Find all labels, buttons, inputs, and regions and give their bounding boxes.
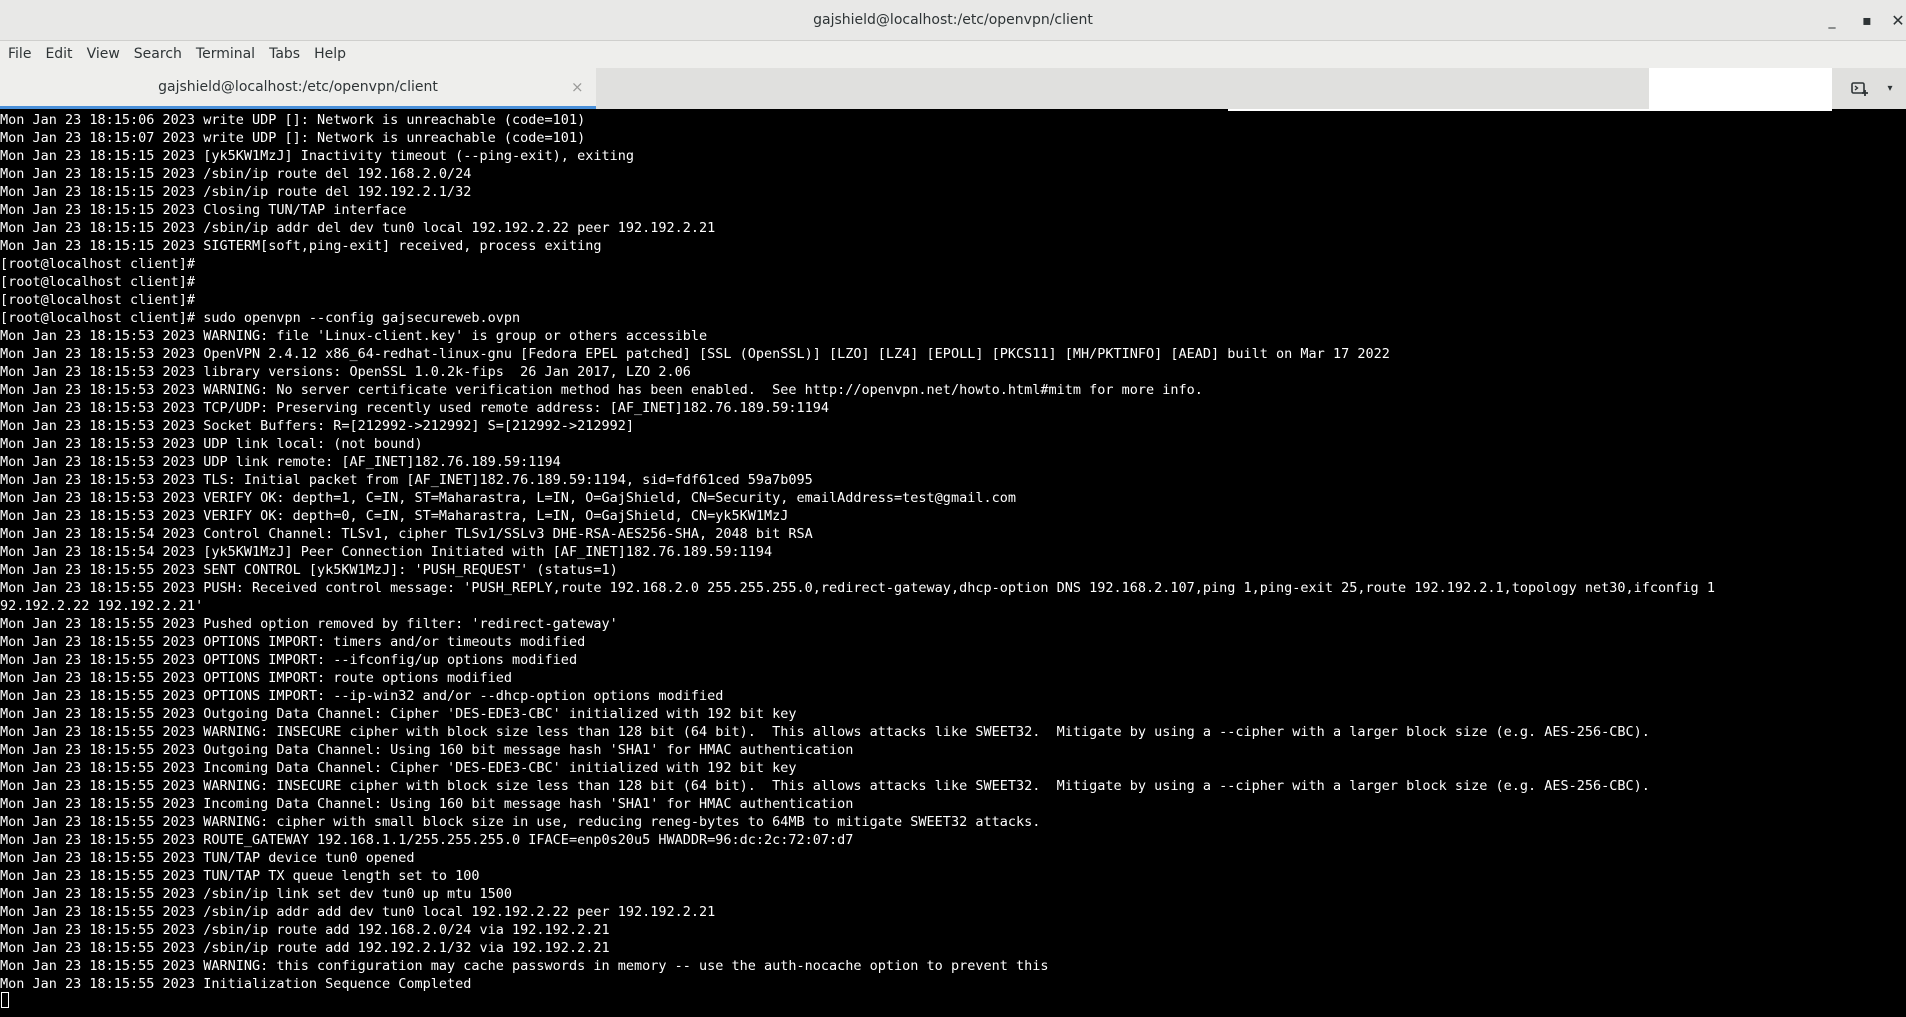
terminal-line: Mon Jan 23 18:15:55 2023 WARNING: this c… bbox=[0, 958, 1049, 974]
terminal-line: Mon Jan 23 18:15:55 2023 /sbin/ip route … bbox=[0, 922, 610, 938]
terminal-line: Mon Jan 23 18:15:15 2023 [yk5KW1MzJ] Ina… bbox=[0, 148, 634, 164]
tab-label: gajshield@localhost:/etc/openvpn/client bbox=[158, 79, 438, 95]
terminal-line: Mon Jan 23 18:15:15 2023 /sbin/ip route … bbox=[0, 166, 472, 182]
menu-edit[interactable]: Edit bbox=[38, 41, 79, 68]
terminal-line: Mon Jan 23 18:15:53 2023 UDP link local:… bbox=[0, 436, 423, 452]
tab-terminal-1[interactable]: gajshield@localhost:/etc/openvpn/client … bbox=[0, 68, 596, 109]
terminal-line: [root@localhost client]# bbox=[0, 292, 196, 308]
terminal-line: 92.192.2.22 192.192.2.21' bbox=[0, 598, 204, 614]
terminal-line: [root@localhost client]# bbox=[0, 274, 196, 290]
terminal-output[interactable]: Mon Jan 23 18:15:06 2023 write UDP []: N… bbox=[0, 111, 1906, 1017]
minimize-button[interactable]: _ bbox=[1818, 0, 1846, 41]
terminal-line: Mon Jan 23 18:15:55 2023 OPTIONS IMPORT:… bbox=[0, 652, 578, 668]
terminal-line: Mon Jan 23 18:15:15 2023 /sbin/ip addr d… bbox=[0, 220, 716, 236]
terminal-line: Mon Jan 23 18:15:53 2023 Socket Buffers:… bbox=[0, 418, 634, 434]
terminal-line: Mon Jan 23 18:15:53 2023 UDP link remote… bbox=[0, 454, 561, 470]
terminal-line: Mon Jan 23 18:15:53 2023 VERIFY OK: dept… bbox=[0, 508, 789, 524]
new-tab-button[interactable] bbox=[1844, 68, 1876, 109]
tab-search-box[interactable] bbox=[1649, 68, 1832, 109]
terminal-line: Mon Jan 23 18:15:55 2023 Initialization … bbox=[0, 976, 472, 992]
tab-close-button[interactable]: × bbox=[571, 68, 584, 106]
terminal-line: Mon Jan 23 18:15:55 2023 Outgoing Data C… bbox=[0, 742, 854, 758]
terminal-line: Mon Jan 23 18:15:06 2023 write UDP []: N… bbox=[0, 112, 586, 128]
close-icon: ✕ bbox=[1891, 11, 1905, 30]
terminal-line: Mon Jan 23 18:15:55 2023 Pushed option r… bbox=[0, 616, 618, 632]
terminal-line: Mon Jan 23 18:15:55 2023 Outgoing Data C… bbox=[0, 706, 797, 722]
chevron-down-icon: ▾ bbox=[1887, 83, 1893, 94]
terminal-line: Mon Jan 23 18:15:55 2023 /sbin/ip link s… bbox=[0, 886, 513, 902]
terminal-line: Mon Jan 23 18:15:55 2023 SENT CONTROL [y… bbox=[0, 562, 618, 578]
window-titlebar[interactable]: gajshield@localhost:/etc/openvpn/client … bbox=[0, 0, 1906, 41]
terminal-line: Mon Jan 23 18:15:55 2023 /sbin/ip addr a… bbox=[0, 904, 716, 920]
window-title: gajshield@localhost:/etc/openvpn/client bbox=[813, 12, 1093, 28]
tab-bar: gajshield@localhost:/etc/openvpn/client … bbox=[0, 68, 1906, 109]
terminal-line: Mon Jan 23 18:15:53 2023 TCP/UDP: Preser… bbox=[0, 400, 830, 416]
terminal-line: Mon Jan 23 18:15:53 2023 WARNING: file '… bbox=[0, 328, 708, 344]
terminal-line: Mon Jan 23 18:15:53 2023 OpenVPN 2.4.12 … bbox=[0, 346, 1390, 362]
terminal-line: Mon Jan 23 18:15:55 2023 Incoming Data C… bbox=[0, 796, 854, 812]
menubar: File Edit View Search Terminal Tabs Help bbox=[0, 41, 1906, 68]
terminal-line: Mon Jan 23 18:15:15 2023 Closing TUN/TAP… bbox=[0, 202, 407, 218]
terminal-line: Mon Jan 23 18:15:07 2023 write UDP []: N… bbox=[0, 130, 586, 146]
terminal-line: Mon Jan 23 18:15:54 2023 Control Channel… bbox=[0, 526, 813, 542]
terminal-line: Mon Jan 23 18:15:54 2023 [yk5KW1MzJ] Pee… bbox=[0, 544, 773, 560]
terminal-line: Mon Jan 23 18:15:55 2023 OPTIONS IMPORT:… bbox=[0, 670, 513, 686]
terminal-line: Mon Jan 23 18:15:15 2023 SIGTERM[soft,pi… bbox=[0, 238, 602, 254]
terminal-line: Mon Jan 23 18:15:55 2023 WARNING: cipher… bbox=[0, 814, 1041, 830]
terminal-line: Mon Jan 23 18:15:55 2023 TUN/TAP TX queu… bbox=[0, 868, 480, 884]
terminal-line: Mon Jan 23 18:15:53 2023 VERIFY OK: dept… bbox=[0, 490, 1016, 506]
menu-file[interactable]: File bbox=[0, 41, 38, 68]
terminal-line: Mon Jan 23 18:15:55 2023 WARNING: INSECU… bbox=[0, 778, 1650, 794]
terminal-line: Mon Jan 23 18:15:55 2023 /sbin/ip route … bbox=[0, 940, 610, 956]
terminal-line: Mon Jan 23 18:15:15 2023 /sbin/ip route … bbox=[0, 184, 472, 200]
terminal-line: Mon Jan 23 18:15:53 2023 library version… bbox=[0, 364, 691, 380]
new-terminal-tab-icon bbox=[1851, 81, 1868, 96]
terminal-line: Mon Jan 23 18:15:55 2023 OPTIONS IMPORT:… bbox=[0, 688, 724, 704]
menu-terminal[interactable]: Terminal bbox=[189, 41, 262, 68]
terminal-line: [root@localhost client]# bbox=[0, 256, 196, 272]
terminal-line: Mon Jan 23 18:15:55 2023 Incoming Data C… bbox=[0, 760, 797, 776]
terminal-line: Mon Jan 23 18:15:55 2023 OPTIONS IMPORT:… bbox=[0, 634, 586, 650]
menu-help[interactable]: Help bbox=[307, 41, 353, 68]
terminal-text: Mon Jan 23 18:15:06 2023 write UDP []: N… bbox=[0, 111, 1906, 993]
menu-view[interactable]: View bbox=[80, 41, 127, 68]
close-window-button[interactable]: ✕ bbox=[1884, 0, 1906, 41]
maximize-button[interactable]: ▪ bbox=[1853, 0, 1881, 41]
terminal-line: Mon Jan 23 18:15:53 2023 TLS: Initial pa… bbox=[0, 472, 813, 488]
terminal-line: Mon Jan 23 18:15:53 2023 WARNING: No ser… bbox=[0, 382, 1203, 398]
maximize-icon: ▪ bbox=[1862, 12, 1872, 29]
tab-menu-button[interactable]: ▾ bbox=[1880, 68, 1900, 109]
terminal-line: Mon Jan 23 18:15:55 2023 TUN/TAP device … bbox=[0, 850, 415, 866]
minimize-icon: _ bbox=[1828, 12, 1836, 29]
menu-tabs[interactable]: Tabs bbox=[262, 41, 307, 68]
terminal-line: Mon Jan 23 18:15:55 2023 PUSH: Received … bbox=[0, 580, 1715, 596]
terminal-cursor bbox=[1, 992, 9, 1008]
terminal-line: [root@localhost client]# sudo openvpn --… bbox=[0, 310, 521, 326]
terminal-line: Mon Jan 23 18:15:55 2023 ROUTE_GATEWAY 1… bbox=[0, 832, 854, 848]
terminal-line: Mon Jan 23 18:15:55 2023 WARNING: INSECU… bbox=[0, 724, 1650, 740]
menu-search[interactable]: Search bbox=[127, 41, 189, 68]
